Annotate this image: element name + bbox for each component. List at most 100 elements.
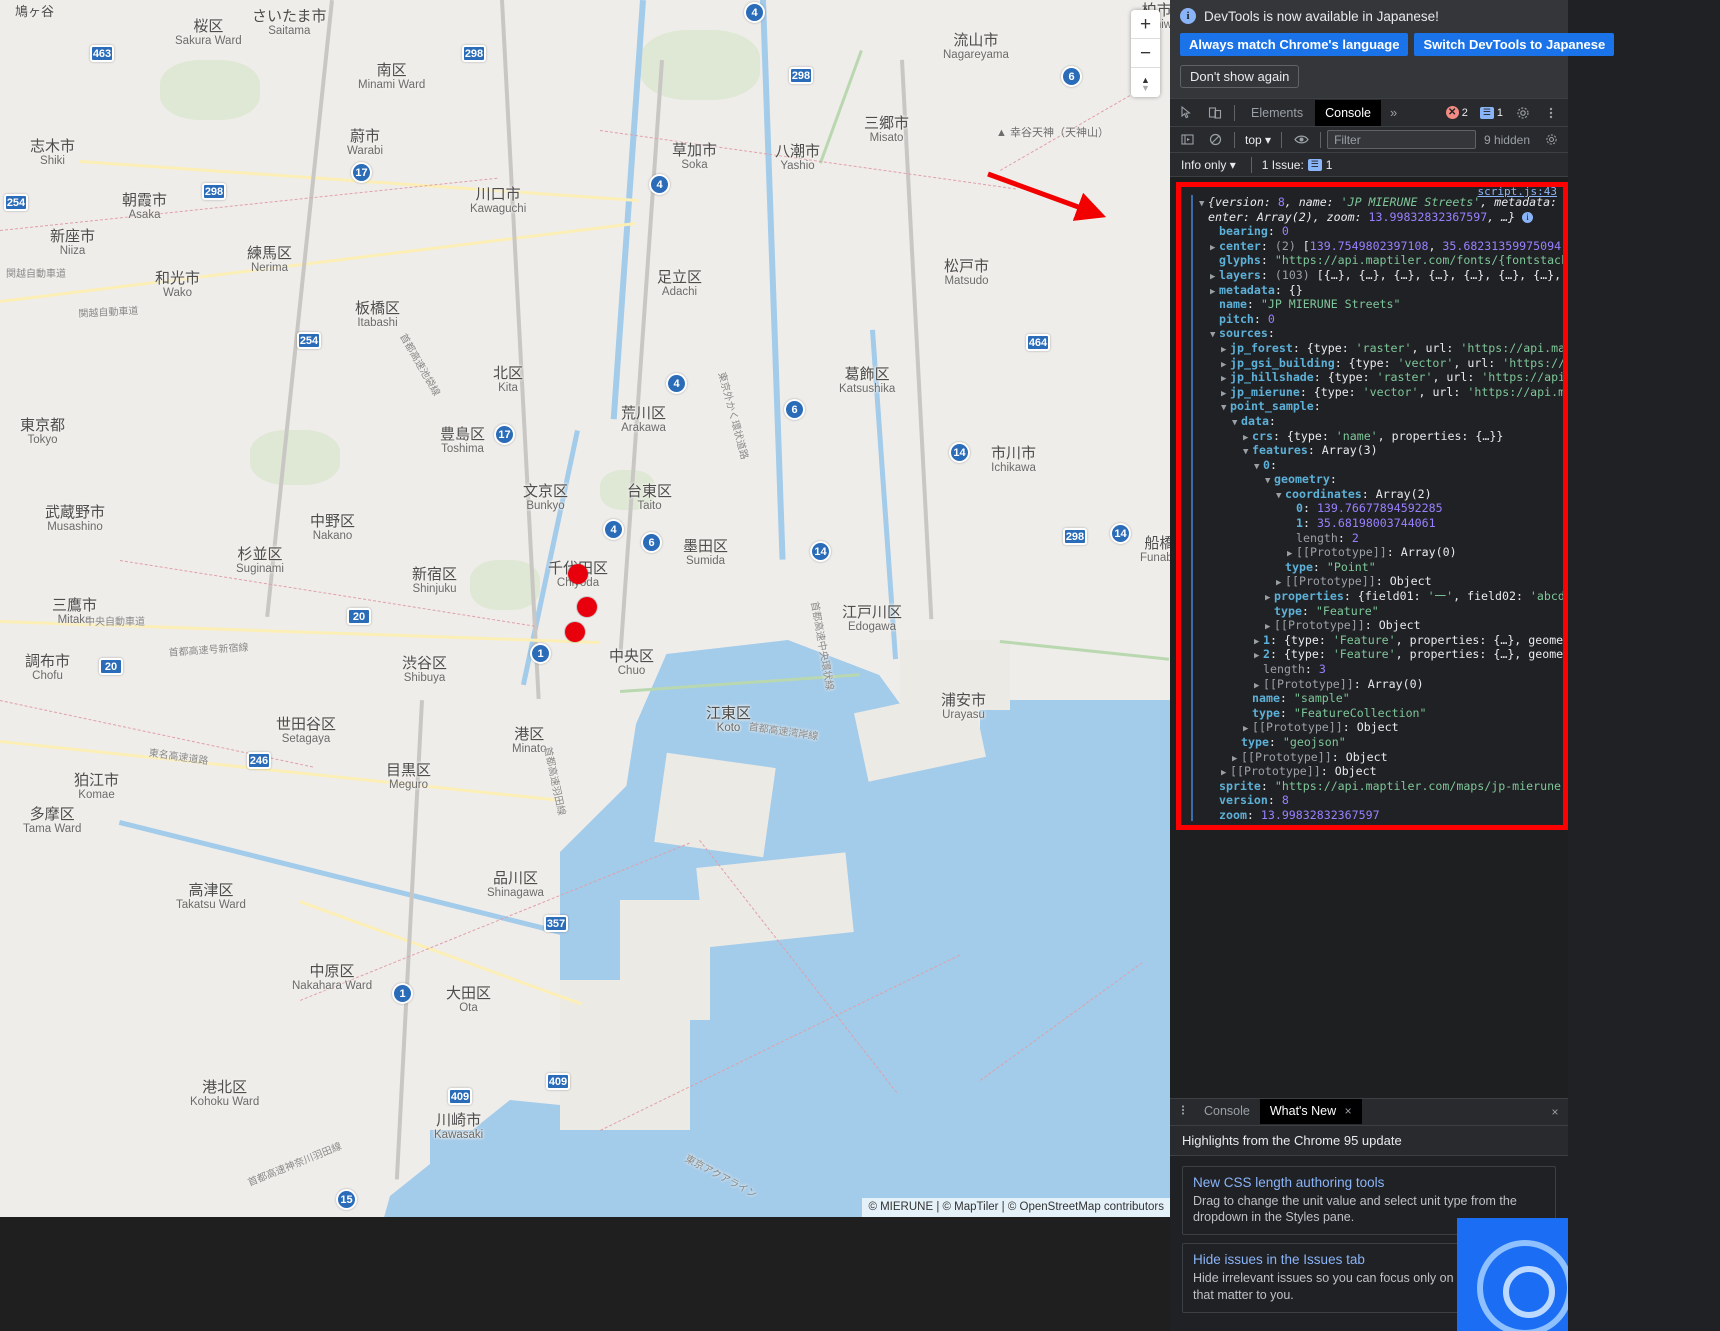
console-token: : Array(0) [1353,676,1424,691]
console-token: 'JP MIERUNE Streets' [1340,195,1481,209]
tab-console[interactable]: Console [1315,99,1381,126]
console-message-list[interactable]: script.js:43 {version: 8, name: 'JP MIER… [1170,177,1568,1098]
console-tree-row[interactable]: type: "Point" [1199,560,1563,575]
console-token: : [1260,253,1275,268]
console-tree-row[interactable]: name: "sample" [1199,691,1563,706]
execution-context-label: top [1245,132,1262,147]
message-count-badge[interactable]: ☰ 1 [1475,106,1508,120]
issues-link[interactable]: 1 Issue: ☰ 1 [1262,158,1333,172]
device-toolbar-icon[interactable] [1202,101,1228,125]
drawer-kebab-menu-icon[interactable] [1172,1103,1194,1120]
drawer-close-icon[interactable]: × [1544,1105,1566,1119]
whats-new-card-title[interactable]: New CSS length authoring tools [1193,1175,1545,1190]
expand-arrow-down-icon[interactable] [1210,328,1219,343]
console-tree-row[interactable]: layers: (103) [{…}, {…}, {…}, {…}, {…}, … [1199,268,1563,283]
console-tree-row[interactable]: 0: 139.76677894592285 [1199,501,1563,516]
clear-console-icon[interactable] [1202,128,1228,152]
map-canvas[interactable]: 志木市 Shiki 新座市 Niiza 朝霞市 Asaka 和光市 Wako 桜区 Sakura … [0,0,1170,1217]
console-tree-row[interactable]: glyphs: "https://api.maptiler.com/fonts/… [1199,253,1563,268]
console-tree-row[interactable]: [[Prototype]]: Object [1199,750,1563,765]
expand-arrow-down-icon[interactable] [1221,401,1230,416]
expand-arrow-down-icon[interactable] [1243,445,1252,460]
console-tree-row[interactable]: jp_hillshade: {type: 'raster', url: 'htt… [1199,370,1563,385]
console-token: '一' [1427,589,1454,604]
console-tree-row[interactable]: sources: [1199,326,1563,341]
map-zoom-controls[interactable]: + − ▲ ▼ [1131,10,1160,97]
console-tree-row[interactable]: enter: Array(2), zoom: 13.99832832367597… [1199,210,1563,225]
whats-new-header: Highlights from the Chrome 95 update [1170,1125,1568,1156]
execution-context-selector[interactable]: top ▾ [1241,133,1275,147]
console-tree-row[interactable]: type: "FeatureCollection" [1199,706,1563,721]
console-tree-row[interactable]: 1: {type: 'Feature', properties: {…}, ge… [1199,633,1563,648]
console-tree-row[interactable]: 2: {type: 'Feature', properties: {…}, ge… [1199,647,1563,662]
live-expression-icon[interactable] [1288,128,1314,152]
gear-icon[interactable] [1510,101,1536,125]
console-tree-row[interactable]: geometry: [1199,472,1563,487]
console-tree-row[interactable]: jp_gsi_building: {type: 'vector', url: '… [1199,356,1563,371]
console-settings-icon[interactable] [1538,128,1564,152]
console-tree-row[interactable]: length: 2 [1199,531,1563,546]
map-point-marker[interactable] [568,564,588,584]
expand-arrow-down-icon[interactable] [1254,460,1263,475]
console-tree-row[interactable]: type: "Feature" [1199,604,1563,619]
console-tree-row[interactable]: jp_mierune: {type: 'vector', url: 'https… [1199,385,1563,400]
error-count-badge[interactable]: ✕ 2 [1441,105,1473,120]
console-tree-row[interactable]: coordinates: Array(2) [1199,487,1563,502]
console-tree-row[interactable]: metadata: {} [1199,283,1563,298]
console-tree-row[interactable]: center: (2) [139.7549802397108, 35.68231… [1199,239,1563,254]
zoom-out-button[interactable]: − [1131,39,1160,68]
console-token: length [1263,662,1305,676]
console-tree-row[interactable]: 0: [1199,458,1563,473]
expand-arrow-down-icon[interactable] [1232,416,1241,431]
console-tree-row[interactable]: bearing: 0 [1199,224,1563,239]
execute-sidebar-icon[interactable] [1174,128,1200,152]
console-tree-row[interactable]: [[Prototype]]: Array(0) [1199,545,1563,560]
dont-show-again-button[interactable]: Don't show again [1180,65,1300,88]
console-token: 1 [1263,632,1270,647]
console-tree-row[interactable]: name: "JP MIERUNE Streets" [1199,297,1563,312]
console-tree-row[interactable]: sprite: "https://api.maptiler.com/maps/j… [1199,779,1563,794]
console-tree-row[interactable]: [[Prototype]]: Object [1199,574,1563,589]
always-match-language-button[interactable]: Always match Chrome's language [1180,33,1409,56]
console-tree-row[interactable]: point_sample: [1199,399,1563,414]
map-point-marker[interactable] [577,597,597,617]
log-level-selector[interactable]: Info only ▾ [1176,156,1241,174]
console-tree-row[interactable]: crs: {type: 'name', properties: {…}} [1199,429,1563,444]
switch-to-japanese-button[interactable]: Switch DevTools to Japanese [1414,33,1615,56]
console-filter-input[interactable] [1327,130,1476,149]
close-icon[interactable]: × [1345,1104,1352,1118]
console-token: , properties: {…}} [1377,428,1504,443]
console-object-tree[interactable]: {version: 8, name: 'JP MIERUNE Streets',… [1191,195,1563,821]
console-tree-row[interactable]: length: 3 [1199,662,1563,677]
console-tree-row[interactable]: [[Prototype]]: Array(0) [1199,677,1563,692]
console-tree-row[interactable]: zoom: 13.99832832367597 [1199,808,1563,821]
map-attribution[interactable]: © MIERUNE | © MapTiler | © OpenStreetMap… [862,1198,1170,1217]
console-tree-row[interactable]: type: "geojson" [1199,735,1563,750]
console-tree-row[interactable]: version: 8 [1199,793,1563,808]
console-token: : [1312,559,1327,574]
inspect-element-icon[interactable] [1174,101,1200,125]
compass-reset-button[interactable]: ▲ ▼ [1131,68,1160,97]
console-tree-row[interactable]: pitch: 0 [1199,312,1563,327]
console-tree-row[interactable]: data: [1199,414,1563,429]
whats-new-thumbnail[interactable] [1457,1218,1568,1331]
drawer-tab-console[interactable]: Console [1194,1099,1260,1124]
console-tree-row[interactable]: 1: 35.68198003744061 [1199,516,1563,531]
console-tree-row[interactable]: [[Prototype]]: Object [1199,618,1563,633]
more-tabs-icon[interactable]: » [1383,105,1404,120]
console-tree-row[interactable]: properties: {field01: '一', field02: 'abc… [1199,589,1563,604]
console-tree-row[interactable]: {version: 8, name: 'JP MIERUNE Streets',… [1199,195,1563,210]
console-tree-row[interactable]: jp_forest: {type: 'raster', url: 'https:… [1199,341,1563,356]
drawer-tab-whats-new[interactable]: What's New × [1259,1099,1362,1124]
expand-arrow-down-icon[interactable] [1265,474,1274,489]
zoom-in-button[interactable]: + [1131,10,1160,39]
expand-arrow-down-icon[interactable] [1276,489,1285,504]
console-tree-row[interactable]: [[Prototype]]: Object [1199,764,1563,779]
console-token: (2) [1274,238,1303,253]
kebab-menu-icon[interactable] [1538,101,1564,125]
console-tree-row[interactable]: [[Prototype]]: Object [1199,720,1563,735]
console-token: 13.99832832367597 [1368,209,1488,224]
console-tree-row[interactable]: features: Array(3) [1199,443,1563,458]
tab-elements[interactable]: Elements [1241,100,1313,126]
map-point-marker[interactable] [565,622,585,642]
